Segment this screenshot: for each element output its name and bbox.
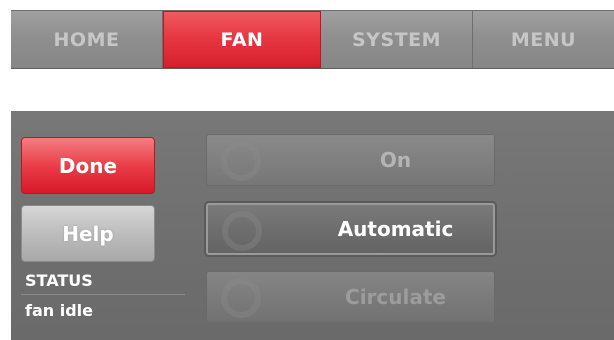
fan-option-automatic-button[interactable]: Automatic xyxy=(206,203,495,255)
top-tab-bar: HOME FAN SYSTEM MENU xyxy=(11,10,614,69)
fan-icon xyxy=(221,141,261,181)
fan-icon xyxy=(222,211,262,251)
fan-option-circulate-button[interactable]: Circulate xyxy=(206,271,495,323)
fan-settings-panel: Done Help STATUS fan idle On Automatic C… xyxy=(11,111,614,340)
fan-icon xyxy=(221,278,261,318)
done-button[interactable]: Done xyxy=(21,137,155,194)
fan-option-label: Circulate xyxy=(345,285,446,309)
status-label: STATUS xyxy=(25,271,93,290)
tab-menu[interactable]: MENU xyxy=(473,11,614,68)
help-button[interactable]: Help xyxy=(21,205,155,262)
fan-option-label: On xyxy=(379,148,412,172)
status-value: fan idle xyxy=(25,301,93,320)
tab-system[interactable]: SYSTEM xyxy=(321,11,473,68)
tab-home[interactable]: HOME xyxy=(11,11,163,68)
status-divider xyxy=(21,294,185,295)
fan-option-on-button[interactable]: On xyxy=(206,134,495,186)
fan-option-label: Automatic xyxy=(337,217,454,241)
tab-fan[interactable]: FAN xyxy=(163,11,321,68)
